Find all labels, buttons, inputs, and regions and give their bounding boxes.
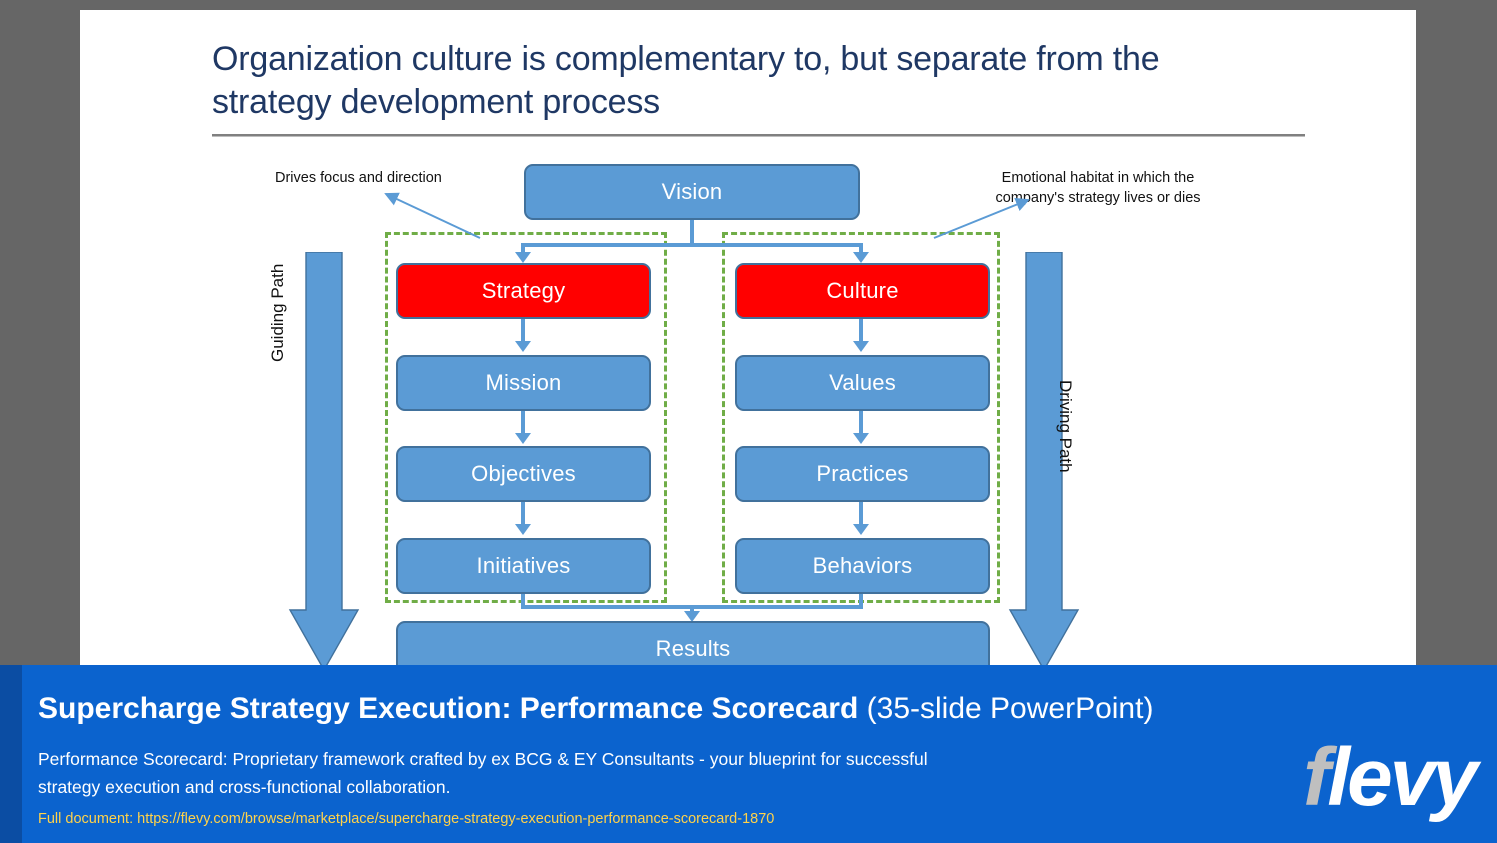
footer-title-bold: Supercharge Strategy Execution: Performa…	[38, 692, 859, 725]
node-practices[interactable]: Practices	[735, 446, 990, 502]
footer-document-url[interactable]: Full document: https://flevy.com/browse/…	[38, 811, 774, 827]
node-mission-label: Mission	[485, 370, 562, 395]
footer-subtitle: Performance Scorecard: Proprietary frame…	[38, 749, 928, 797]
connector-values-practices	[859, 411, 863, 434]
driving-path-label: Driving Path	[1056, 380, 1075, 473]
footer-banner: Supercharge Strategy Execution: Performa…	[0, 665, 1497, 843]
node-initiatives[interactable]: Initiatives	[396, 538, 651, 594]
flevy-logo-rest: levy	[1327, 732, 1478, 823]
flevy-logo-f: f	[1303, 732, 1330, 823]
node-behaviors-label: Behaviors	[812, 553, 913, 578]
node-values-label: Values	[829, 370, 896, 395]
node-results-label: Results	[655, 636, 731, 661]
connector-objectives-initiatives	[521, 502, 525, 525]
screenshot-root: Organization culture is complementary to…	[0, 0, 1497, 843]
arrowhead-strategy-mission	[515, 341, 531, 352]
guiding-path-arrow	[288, 252, 360, 672]
footer-left-edge	[0, 665, 22, 843]
footer-title: Supercharge Strategy Execution: Performa…	[38, 691, 1238, 727]
arrowhead-objectives-initiatives	[515, 524, 531, 535]
arrowhead-values-practices	[853, 433, 869, 444]
annotation-left-arrow	[384, 192, 481, 239]
node-strategy-label: Strategy	[481, 278, 566, 303]
connector-strategy-mission	[521, 319, 525, 342]
connector-vision-bar	[521, 243, 863, 247]
arrowhead-vision-to-culture	[853, 252, 869, 263]
annotation-drives-focus: Drives focus and direction	[275, 170, 442, 186]
arrowhead-vision-to-strategy	[515, 252, 531, 263]
node-vision-label: Vision	[661, 179, 723, 204]
arrowhead-practices-behaviors	[853, 524, 869, 535]
node-mission[interactable]: Mission	[396, 355, 651, 411]
connector-mission-objectives	[521, 411, 525, 434]
guiding-path-label: Guiding Path	[268, 263, 287, 362]
connector-culture-values	[859, 319, 863, 342]
node-objectives-label: Objectives	[471, 461, 576, 486]
node-values[interactable]: Values	[735, 355, 990, 411]
page-title: Organization culture is complementary to…	[212, 40, 1160, 121]
node-culture[interactable]: Culture	[735, 263, 990, 319]
title-divider	[212, 134, 1305, 137]
flevy-logo[interactable]: flevy	[1303, 737, 1478, 819]
node-behaviors[interactable]: Behaviors	[735, 538, 990, 594]
node-initiatives-label: Initiatives	[476, 553, 571, 578]
arrowhead-mission-objectives	[515, 433, 531, 444]
node-culture-label: Culture	[826, 278, 899, 303]
arrowhead-culture-values	[853, 341, 869, 352]
node-strategy[interactable]: Strategy	[396, 263, 651, 319]
connector-practices-behaviors	[859, 502, 863, 525]
footer-title-light: (35-slide PowerPoint)	[866, 692, 1154, 725]
annotation-right-arrow	[933, 198, 1030, 239]
node-practices-label: Practices	[816, 461, 909, 486]
node-objectives[interactable]: Objectives	[396, 446, 651, 502]
node-vision[interactable]: Vision	[524, 164, 860, 220]
